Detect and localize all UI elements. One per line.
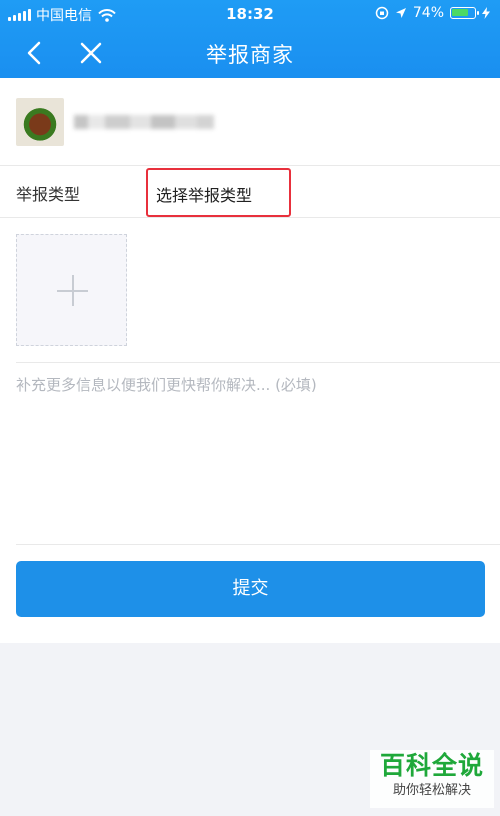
add-photo-button[interactable] <box>16 234 127 346</box>
report-type-row[interactable]: 举报类型 选择举报类型 <box>0 166 500 218</box>
report-type-label: 举报类型 <box>16 185 81 204</box>
battery-fill <box>452 9 468 16</box>
watermark: 百科全说 助你轻松解决 <box>370 750 494 808</box>
shop-thumbnail <box>16 98 64 146</box>
screen: 中国电信 18:32 74% 举报商家 举报类型 选择举报类型 补充更多信息以便… <box>0 0 500 816</box>
battery-icon <box>450 7 479 19</box>
shop-info-row <box>0 78 500 166</box>
battery-percent: 74% <box>412 5 444 21</box>
submit-button[interactable]: 提交 <box>16 561 485 617</box>
page-title: 举报商家 <box>206 43 294 67</box>
divider <box>16 544 500 545</box>
charging-icon <box>482 7 490 19</box>
report-type-select[interactable]: 选择举报类型 <box>146 168 291 217</box>
divider <box>16 362 500 363</box>
watermark-subtitle: 助你轻松解决 <box>392 783 471 798</box>
report-type-select-text: 选择举报类型 <box>156 186 253 205</box>
location-icon <box>395 8 406 18</box>
status-bar: 中国电信 18:32 74% <box>0 0 500 28</box>
status-right: 74% <box>375 5 490 21</box>
description-input[interactable] <box>16 374 484 534</box>
plus-icon <box>57 275 88 306</box>
report-form: 举报类型 选择举报类型 提交 <box>0 78 500 643</box>
watermark-title: 百科全说 <box>379 751 484 780</box>
orientation-lock-icon <box>375 6 389 20</box>
header: 中国电信 18:32 74% 举报商家 <box>0 0 500 78</box>
shop-name-blurred <box>74 115 214 129</box>
nav-bar: 举报商家 <box>0 28 500 78</box>
